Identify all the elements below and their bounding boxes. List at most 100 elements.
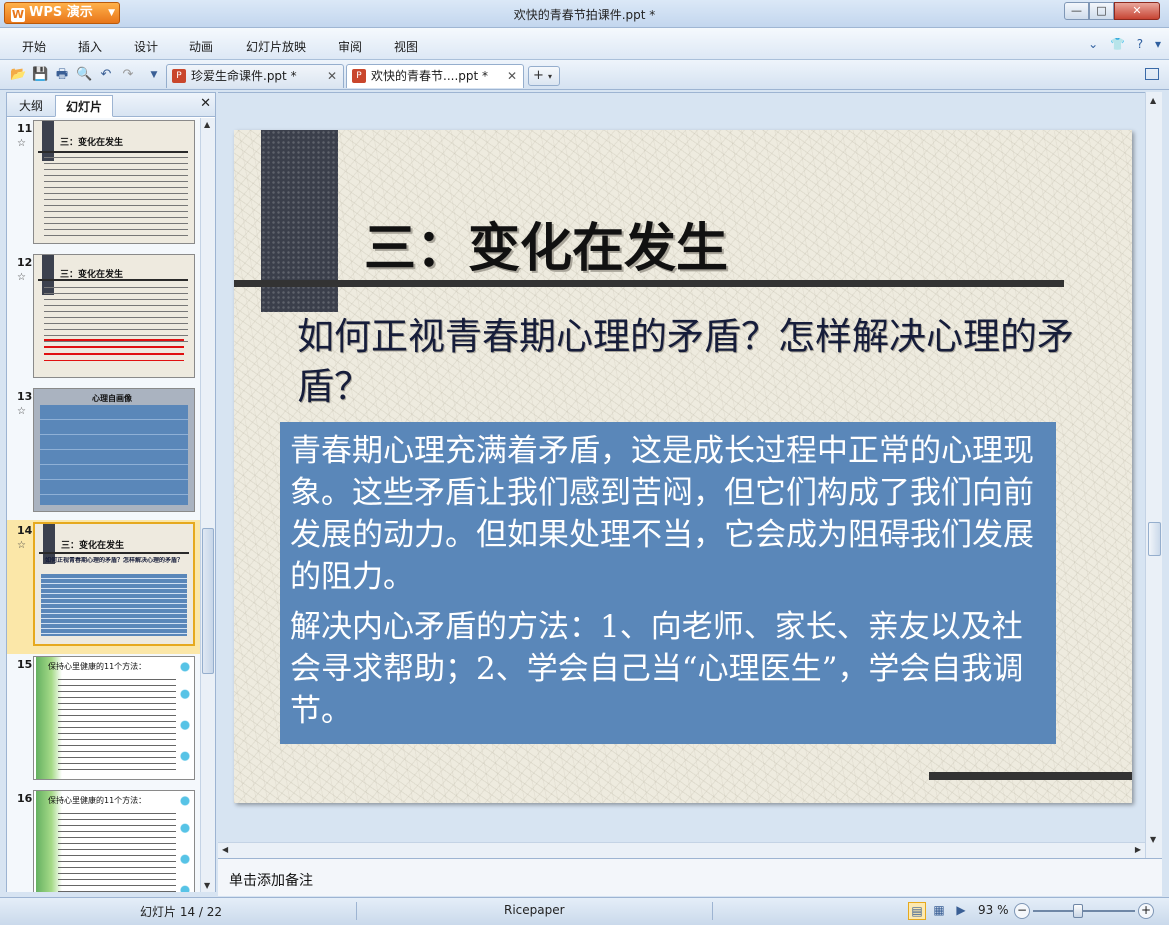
close-button[interactable]: ✕ [1114,2,1160,20]
notes-pane[interactable]: 单击添加备注 [218,858,1162,896]
thumbnail-item[interactable]: 16 保持心里健康的11个方法： [7,788,200,892]
tab-label: 珍爱生命课件.ppt * [191,69,297,83]
maximize-button[interactable]: □ [1089,2,1114,20]
thumb-title: 三：变化在发生 [60,270,124,280]
slide-text-box[interactable]: 青春期心理充满着矛盾，这是成长过程中正常的心理现象。这些矛盾让我们感到苦闷，但它… [280,422,1056,744]
tab-outline[interactable]: 大纲 [9,95,53,117]
slide-position: 幻灯片 14 / 22 [140,905,223,919]
status-bar: 幻灯片 14 / 22 Ricepaper ▤ ▦ ▶ 93 % − + [0,897,1169,925]
close-tab-icon[interactable]: ✕ [507,65,517,87]
thumb-title: 三：变化在发生 [60,138,124,148]
zoom-level: 93 % [978,903,1009,917]
horizontal-scrollbar[interactable]: ◀ ▶ [218,842,1145,858]
tab-document-2[interactable]: P 欢快的青春节....ppt * ✕ [346,64,524,88]
close-tab-icon[interactable]: ✕ [327,65,337,87]
ppt-file-icon: P [172,69,186,83]
zoom-slider[interactable] [1033,910,1135,912]
thumb-title: 三：变化在发生 [61,541,125,551]
bottom-rule [929,772,1132,780]
thumbnail-list: 11 ☆ 三：变化在发生 12 ☆ 三：变化在发生 13 ☆ 心理自画像 14 … [7,118,200,892]
slide-number: 16 [17,792,33,805]
slide-thumbnail[interactable]: 保持心里健康的11个方法： [33,656,195,780]
save-icon[interactable]: 💾 [32,67,48,83]
minimize-button[interactable]: — [1064,2,1089,20]
redo-icon[interactable]: ↷ [120,67,136,83]
chevron-down-icon[interactable]: ⌄ [1088,37,1098,51]
slide-paragraph: 青春期心理充满着矛盾，这是成长过程中正常的心理现象。这些矛盾让我们感到苦闷，但它… [290,433,1034,595]
window-layout-icon[interactable] [1145,68,1159,80]
slide-number: 14 [17,524,33,537]
scroll-down-icon[interactable]: ▼ [204,881,210,890]
thumbnail-scrollbar[interactable]: ▲ ▼ [200,118,215,892]
zoom-slider-thumb[interactable] [1072,904,1083,918]
chevron-down-icon[interactable]: ▾ [1155,37,1161,51]
slide-thumbnail[interactable]: 三：变化在发生 [33,120,195,244]
quick-access-toolbar: 📂 💾 🖶 🔍 ↶ ↷ ▼ P 珍爱生命课件.ppt * ✕ P 欢快的青春节.… [0,60,1169,90]
customize-toolbar-icon[interactable]: ▼ [146,67,162,83]
scrollbar-handle[interactable] [1148,522,1161,556]
animation-star-icon: ☆ [17,406,26,417]
help-icon[interactable]: ? [1137,37,1143,51]
slide-number: 15 [17,658,33,671]
menu-animation[interactable]: 动画 [189,38,213,55]
close-panel-icon[interactable]: ✕ [200,96,211,111]
slide-canvas[interactable]: 三：变化在发生 如何正视青春期心理的矛盾？怎样解决心理的矛盾？ 青春期心理充满着… [234,130,1132,803]
scroll-right-icon[interactable]: ▶ [1135,845,1141,854]
print-preview-icon[interactable]: 🔍 [76,67,92,83]
tab-label: 欢快的青春节....ppt * [371,69,489,83]
window-title: 欢快的青春节拍课件.ppt * [513,8,656,22]
scroll-up-icon[interactable]: ▲ [1150,96,1156,105]
thumb-title: 保持心里健康的11个方法： [48,662,147,671]
slide-subtitle[interactable]: 如何正视青春期心理的矛盾？怎样解决心理的矛盾？ [297,312,1087,412]
slide-thumbnail[interactable]: 三：变化在发生 [33,254,195,378]
slide-thumbnail[interactable]: 三：变化在发生 如何正视青春期心理的矛盾？怎样解决心理的矛盾？ [33,522,195,646]
thumb-subtitle: 如何正视青春期心理的矛盾？怎样解决心理的矛盾？ [45,557,184,564]
menu-home[interactable]: 开始 [22,38,46,55]
skin-icon[interactable]: 👕 [1110,37,1125,51]
thumbnail-item[interactable]: 11 ☆ 三：变化在发生 [7,118,200,252]
thumbnail-item-selected[interactable]: 14 ☆ 三：变化在发生 如何正视青春期心理的矛盾？怎样解决心理的矛盾？ [7,520,200,654]
slide-thumbnail[interactable]: 心理自画像 [33,388,195,512]
scrollbar-handle[interactable] [202,528,214,674]
zoom-in-button[interactable]: + [1138,903,1154,919]
animation-star-icon: ☆ [17,138,26,149]
menu-design[interactable]: 设计 [134,38,158,55]
open-folder-icon[interactable]: 📂 [10,67,26,83]
new-tab-button[interactable]: + ▾ [528,66,560,86]
theme-name: Ricepaper [504,903,565,917]
slide-paragraph: 解决内心矛盾的方法：1、向老师、家长、亲友以及社会寻求帮助；2、学会自己当“心理… [290,609,1024,729]
normal-view-icon[interactable]: ▤ [908,902,926,920]
menu-bar: 开始 插入 设计 动画 幻灯片放映 审阅 视图 ⌄ 👕 ? ▾ [0,28,1169,60]
scroll-down-icon[interactable]: ▼ [1150,835,1156,844]
undo-icon[interactable]: ↶ [98,67,114,83]
tab-document-1[interactable]: P 珍爱生命课件.ppt * ✕ [166,64,344,88]
scroll-up-icon[interactable]: ▲ [204,120,210,129]
zoom-out-button[interactable]: − [1014,903,1030,919]
animation-star-icon: ☆ [17,272,26,283]
thumbnail-item[interactable]: 15 保持心里健康的11个方法： [7,654,200,788]
slide-number: 12 [17,256,33,269]
thumbnail-item[interactable]: 13 ☆ 心理自画像 [7,386,200,520]
slide-title[interactable]: 三：变化在发生 [364,206,728,281]
print-icon[interactable]: 🖶 [54,67,70,83]
title-rule [234,280,1064,287]
menu-slideshow[interactable]: 幻灯片放映 [246,38,306,55]
slide-thumbnail[interactable]: 保持心里健康的11个方法： [33,790,195,892]
thumb-title: 心理自画像 [92,394,132,403]
slideshow-icon[interactable]: ▶ [952,902,970,920]
scroll-left-icon[interactable]: ◀ [222,845,228,854]
menu-right-controls: ⌄ 👕 ? ▾ [1080,37,1161,51]
thumbnail-item[interactable]: 12 ☆ 三：变化在发生 [7,252,200,386]
menu-view[interactable]: 视图 [394,38,418,55]
thumb-title: 保持心里健康的11个方法： [48,796,147,805]
menu-review[interactable]: 审阅 [338,38,362,55]
notes-placeholder: 单击添加备注 [229,873,313,889]
vertical-scrollbar[interactable]: ▲ ▼ [1145,92,1162,858]
tab-slides[interactable]: 幻灯片 [55,95,114,117]
chevron-down-icon: ▾ [548,72,553,81]
panel-tabs: 大纲 幻灯片 ✕ [7,93,215,117]
title-bar: W WPS 演示 ▼ 欢快的青春节拍课件.ppt * — □ ✕ [0,0,1169,28]
slide-sorter-icon[interactable]: ▦ [930,902,948,920]
ppt-file-icon: P [352,69,366,83]
menu-insert[interactable]: 插入 [78,38,102,55]
